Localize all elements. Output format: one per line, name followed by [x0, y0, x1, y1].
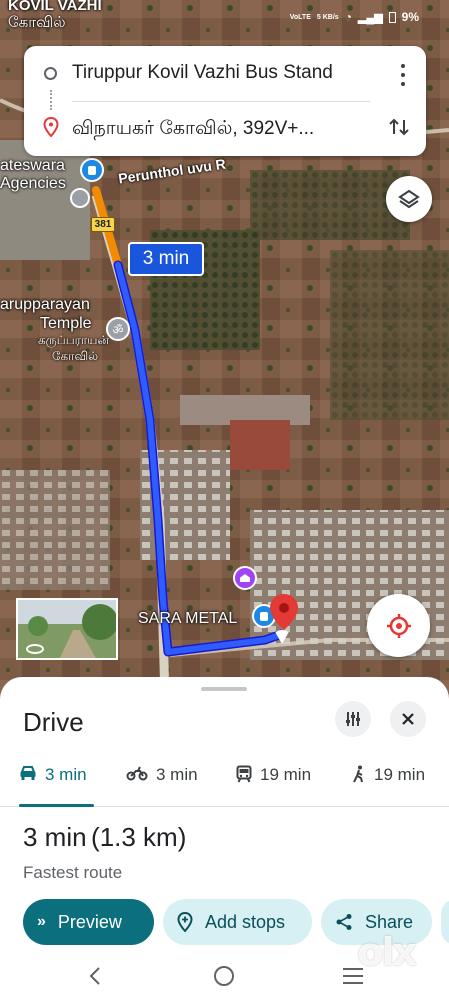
- travel-modes-tabs: 3 min 3 min 19 min 19 min: [0, 757, 449, 807]
- tab-walk[interactable]: 19 min: [352, 765, 425, 805]
- chevron-right-icon: »: [37, 913, 46, 930]
- temple-marker-icon[interactable]: ॐ: [106, 317, 130, 341]
- layers-button[interactable]: [386, 176, 432, 222]
- olx-watermark: olx: [357, 930, 417, 974]
- route-time-bubble[interactable]: 3 min: [128, 242, 204, 276]
- map-label-temple-tamil2: கோவில்: [52, 349, 99, 363]
- status-bar: VoLTE 5 KB/s ◔ ▂▄▆ 9%: [0, 0, 449, 36]
- route-separator: [72, 101, 370, 102]
- layers-icon: [398, 189, 420, 209]
- tab-walk-label: 19 min: [374, 765, 426, 784]
- route-duration: 3 min: [23, 822, 87, 852]
- map-label-agency-line2: Agencies: [0, 175, 66, 192]
- origin-field[interactable]: Tiruppur Kovil Vazhi Bus Stand: [72, 62, 333, 84]
- destination-field[interactable]: விநாயகர் கோவில், 392V+...: [72, 118, 314, 142]
- destination-pin-icon[interactable]: [270, 594, 298, 634]
- tab-motorcycle[interactable]: 3 min: [126, 765, 198, 805]
- bus-stop-marker-icon[interactable]: [80, 158, 104, 182]
- street-view-360-icon: [26, 644, 44, 654]
- car-icon: [20, 766, 36, 780]
- origin-icon: [44, 67, 57, 80]
- more-actions-button[interactable]: [441, 899, 449, 945]
- tab-motorcycle-label: 3 min: [156, 765, 198, 784]
- tab-transit-label: 19 min: [260, 765, 312, 784]
- back-nav-icon[interactable]: [86, 965, 106, 987]
- wifi-icon: ◔: [344, 10, 352, 24]
- transit-icon: [236, 765, 252, 783]
- signal-icon: ▂▄▆: [357, 11, 383, 24]
- preview-button-label: Preview: [57, 911, 122, 932]
- add-stops-button[interactable]: Add stops: [163, 899, 312, 945]
- map-label-temple-line2: Temple: [40, 315, 92, 332]
- battery-label: 9%: [401, 10, 419, 24]
- map-label-temple-tamil1: கருப்பராயன்: [38, 333, 110, 347]
- map-label-sara-metal: SARA METAL: [138, 610, 238, 627]
- walk-icon: [353, 765, 363, 783]
- map-label-agency-line1: ateswara: [0, 157, 65, 174]
- road-shield-badge: 381: [91, 217, 115, 232]
- route-card: Tiruppur Kovil Vazhi Bus Stand விநாயகர் …: [24, 46, 426, 156]
- status-icons: VoLTE 5 KB/s ◔ ▂▄▆ 9%: [290, 10, 419, 24]
- map-label-temple-line1: arupparayan: [0, 296, 90, 313]
- recenter-button[interactable]: [367, 594, 430, 657]
- sheet-drag-handle[interactable]: [201, 687, 247, 691]
- destination-icon: [43, 116, 59, 138]
- tab-transit[interactable]: 19 min: [236, 765, 311, 805]
- swap-directions-icon[interactable]: [388, 116, 410, 138]
- share-icon: [336, 914, 352, 930]
- data-speed-label: 5 KB/s: [316, 13, 339, 21]
- motorcycle-icon: [126, 766, 148, 781]
- route-dots-icon: [50, 90, 52, 110]
- add-location-icon: [177, 912, 193, 932]
- tune-icon: [346, 712, 360, 726]
- network-type-label: VoLTE: [289, 13, 311, 21]
- recenter-icon: [386, 613, 411, 638]
- tab-drive-label: 3 min: [45, 765, 87, 784]
- place-marker-icon[interactable]: [233, 566, 257, 590]
- active-tab-indicator: [19, 804, 94, 807]
- close-icon: [402, 713, 414, 725]
- home-nav-icon[interactable]: [214, 966, 234, 986]
- battery-icon: [388, 11, 396, 23]
- preview-button[interactable]: » Preview: [23, 899, 154, 945]
- street-view-thumbnail[interactable]: [16, 598, 118, 660]
- sheet-title: Drive: [23, 707, 84, 737]
- route-distance: (1.3 km): [91, 822, 187, 852]
- add-stops-button-label: Add stops: [205, 911, 286, 932]
- route-summary: 3 min (1.3 km) Fastest route: [23, 822, 186, 883]
- more-options-icon[interactable]: [398, 64, 408, 86]
- route-subtitle: Fastest route: [23, 863, 123, 882]
- close-button[interactable]: [390, 701, 426, 737]
- tab-drive[interactable]: 3 min: [19, 765, 87, 805]
- route-options-button[interactable]: [335, 701, 371, 737]
